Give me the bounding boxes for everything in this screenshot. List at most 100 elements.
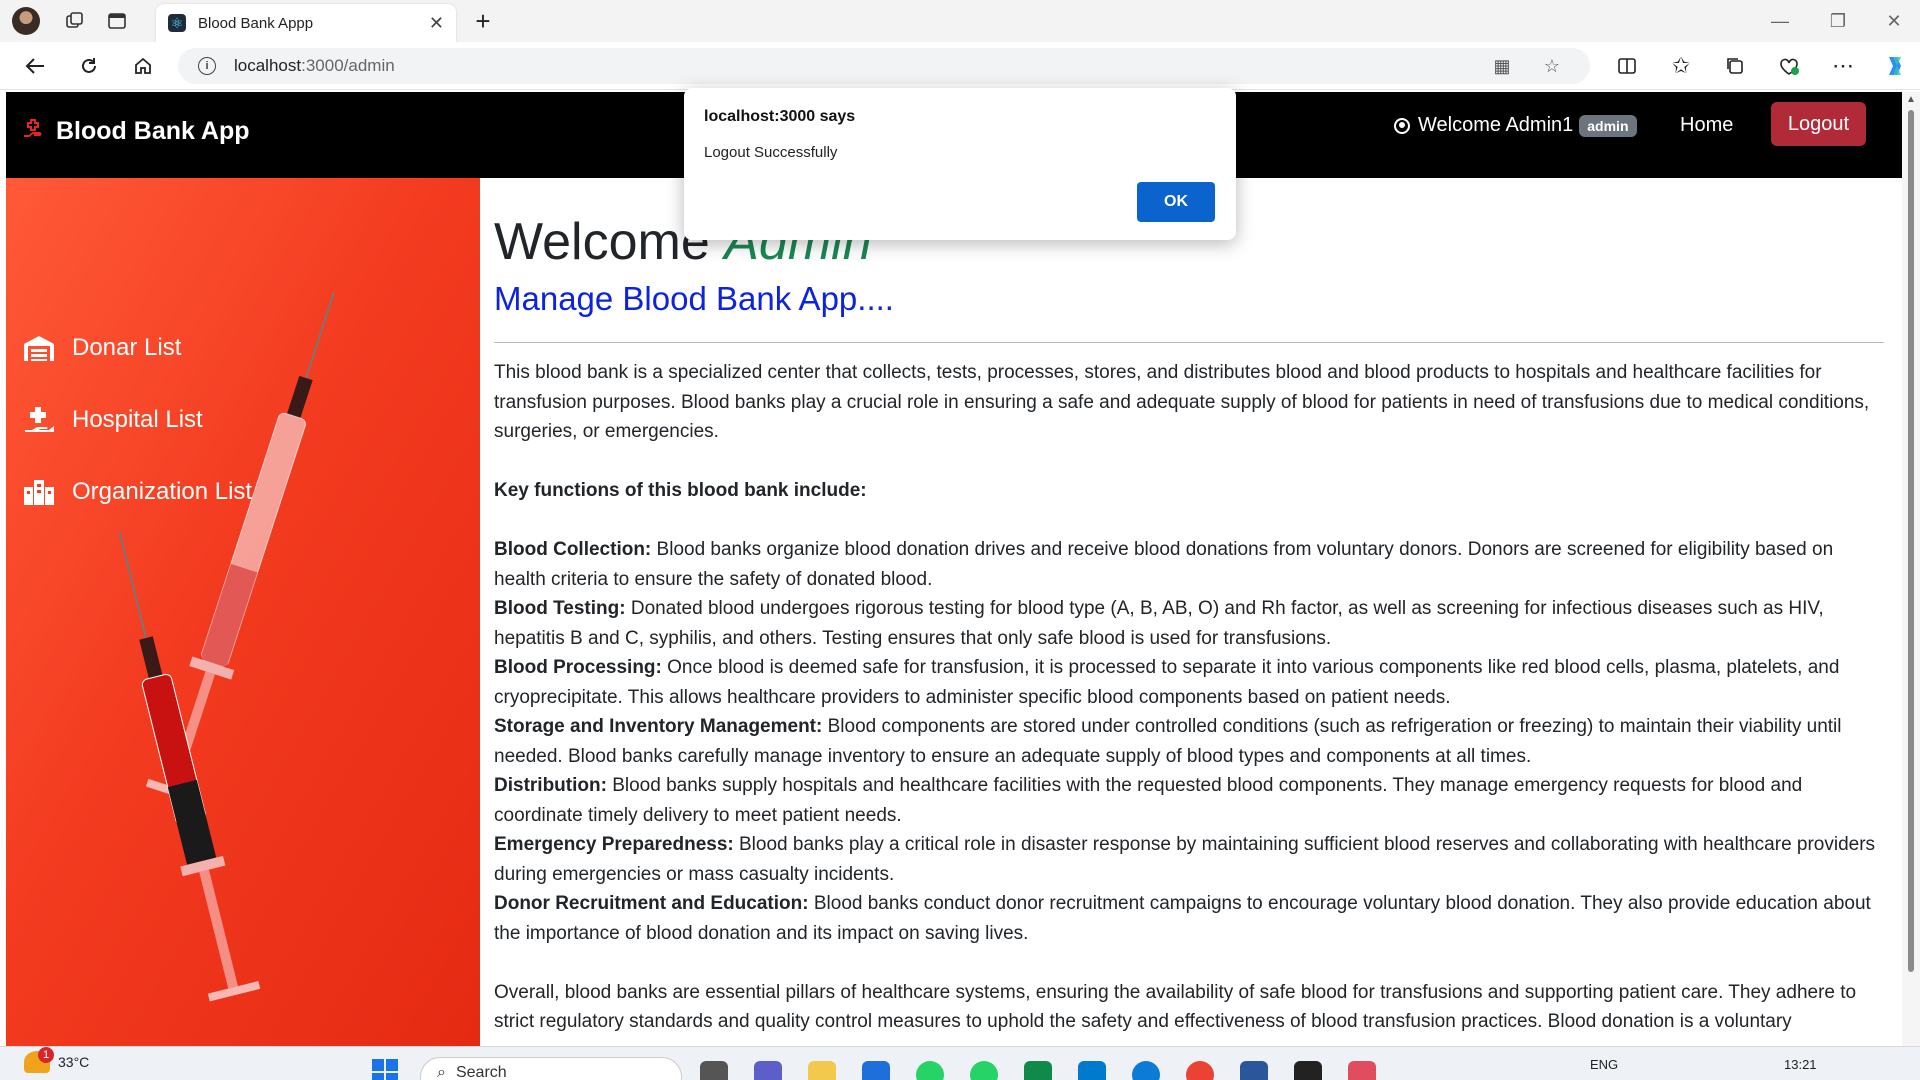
url-host: localhost xyxy=(234,56,302,75)
workspaces-icon[interactable] xyxy=(62,8,88,34)
page-scrollbar[interactable]: ▲ xyxy=(1902,92,1920,1046)
sidebar-item-hospital-list[interactable]: Hospital List xyxy=(22,406,203,434)
tab-title: Blood Bank Appp xyxy=(198,14,314,32)
weather-icon: 1 xyxy=(24,1047,54,1073)
warehouse-icon xyxy=(22,334,56,362)
divider xyxy=(494,342,1884,343)
function-text: Blood banks organize blood donation driv… xyxy=(494,539,1834,590)
home-icon[interactable] xyxy=(128,52,158,80)
teams-icon[interactable] xyxy=(754,1061,782,1080)
key-functions-heading: Key functions of this blood bank include… xyxy=(494,476,1890,506)
function-text: Donated blood undergoes rigorous testing… xyxy=(494,598,1824,649)
tab-actions-icon[interactable] xyxy=(104,8,130,34)
welcome-user: Welcome Admin1 admin xyxy=(1394,114,1637,137)
function-item: Donor Recruitment and Education: Blood b… xyxy=(494,889,1890,948)
clock[interactable]: 13:21 xyxy=(1784,1057,1817,1072)
function-title: Distribution: xyxy=(494,775,607,796)
browser-tab-bar: ⚛ Blood Bank Appp ✕ + — ❐ ✕ xyxy=(0,0,1920,42)
favorites-icon[interactable]: ✩ xyxy=(1666,52,1696,80)
restore-icon[interactable]: ❐ xyxy=(1818,8,1858,34)
address-bar-row: i localhost:3000/admin ▦ ☆ ✩ ⋯ xyxy=(0,42,1920,90)
brand[interactable]: Blood Bank App xyxy=(22,116,250,147)
tab-blood-bank-app[interactable]: ⚛ Blood Bank Appp ✕ xyxy=(156,4,456,42)
close-window-icon[interactable]: ✕ xyxy=(1874,8,1914,34)
scroll-up-icon[interactable]: ▲ xyxy=(1906,94,1916,105)
refresh-icon[interactable] xyxy=(74,52,104,80)
whatsapp-icon[interactable] xyxy=(916,1061,944,1080)
alert-message: Logout Successfully xyxy=(704,144,838,161)
language-indicator[interactable]: ENG xyxy=(1590,1057,1618,1072)
close-tab-icon[interactable]: ✕ xyxy=(429,13,444,34)
site-info-icon[interactable]: i xyxy=(198,57,216,75)
sidebar-item-donar-list[interactable]: Donar List xyxy=(22,334,181,362)
sidebar-item-label: Organization List xyxy=(72,478,253,505)
page-subheading: Manage Blood Bank App.... xyxy=(494,280,894,317)
back-icon[interactable] xyxy=(20,52,50,80)
search-placeholder: Search xyxy=(455,1064,507,1080)
app-available-icon[interactable]: ▦ xyxy=(1490,54,1514,78)
brand-name: Blood Bank App xyxy=(56,117,250,145)
alert-dialog: localhost:3000 says Logout Successfully … xyxy=(684,88,1236,240)
user-circle-icon xyxy=(1394,117,1410,134)
welcome-word: Welcome xyxy=(494,213,710,271)
url-text: localhost:3000/admin xyxy=(234,56,395,76)
role-badge: admin xyxy=(1579,114,1637,137)
about-text: This blood bank is a specialized center … xyxy=(494,358,1890,1046)
function-item: Distribution: Blood banks supply hospita… xyxy=(494,771,1890,830)
function-title: Blood Collection: xyxy=(494,539,652,560)
whatsapp-business-icon[interactable] xyxy=(970,1061,998,1080)
scroll-thumb[interactable] xyxy=(1908,110,1914,972)
function-item: Blood Processing: Once blood is deemed s… xyxy=(494,653,1890,712)
search-icon: ⌕ xyxy=(437,1064,446,1080)
windows-taskbar: 1 33°C ⌕ Search ENG 13:21 xyxy=(0,1046,1920,1080)
split-screen-icon[interactable] xyxy=(1612,52,1642,80)
new-tab-icon[interactable]: + xyxy=(470,6,496,36)
word-icon[interactable] xyxy=(1240,1061,1268,1080)
intro-paragraph: This blood bank is a specialized center … xyxy=(494,362,1870,442)
taskbar-search[interactable]: ⌕ Search xyxy=(420,1057,682,1080)
function-title: Blood Testing: xyxy=(494,598,626,619)
start-button[interactable] xyxy=(372,1059,398,1080)
key-functions-heading-text: Key functions of this blood bank include… xyxy=(494,480,867,501)
react-favicon-icon: ⚛ xyxy=(168,14,186,32)
store-icon[interactable] xyxy=(862,1061,890,1080)
chrome-icon[interactable] xyxy=(1186,1061,1214,1080)
copilot-icon[interactable] xyxy=(1880,52,1910,80)
edge-icon[interactable] xyxy=(1132,1061,1160,1080)
home-link[interactable]: Home xyxy=(1680,114,1733,137)
functions-list: Blood Collection: Blood banks organize b… xyxy=(494,535,1890,948)
settings-more-icon[interactable]: ⋯ xyxy=(1828,52,1858,80)
minimize-icon[interactable]: — xyxy=(1760,8,1800,34)
temperature: 33°C xyxy=(58,1054,90,1070)
mongodb-icon[interactable] xyxy=(1024,1061,1052,1080)
url-path: :3000/admin xyxy=(301,56,395,75)
profile-avatar[interactable] xyxy=(12,7,40,35)
file-explorer-icon[interactable] xyxy=(808,1061,836,1080)
sidebar: Donar List Hospital List Organization Li… xyxy=(6,178,480,1046)
logout-button[interactable]: Logout xyxy=(1771,102,1866,146)
function-text: Blood banks supply hospitals and healthc… xyxy=(494,775,1803,826)
weather-badge: 1 xyxy=(38,1047,54,1063)
vscode-icon[interactable] xyxy=(1078,1061,1106,1080)
url-field[interactable]: i localhost:3000/admin ▦ ☆ xyxy=(178,48,1590,84)
collections-icon[interactable] xyxy=(1720,52,1750,80)
function-title: Emergency Preparedness: xyxy=(494,834,734,855)
main-content: Welcome Admin Manage Blood Bank App.... … xyxy=(494,178,1890,1046)
alert-title: localhost:3000 says xyxy=(704,108,856,125)
alert-ok-button[interactable]: OK xyxy=(1137,182,1215,222)
sidebar-item-organization-list[interactable]: Organization List xyxy=(22,478,252,506)
browser-essentials-icon[interactable] xyxy=(1774,52,1804,80)
function-item: Storage and Inventory Management: Blood … xyxy=(494,712,1890,771)
function-item: Emergency Preparedness: Blood banks play… xyxy=(494,830,1890,889)
function-text: Once blood is deemed safe for transfusio… xyxy=(494,657,1840,708)
snipping-tool-icon[interactable] xyxy=(1348,1061,1376,1080)
function-item: Blood Testing: Donated blood undergoes r… xyxy=(494,594,1890,653)
weather-widget[interactable]: 1 33°C xyxy=(24,1047,90,1073)
favorite-star-icon[interactable]: ☆ xyxy=(1540,54,1564,78)
syringes-illustration xyxy=(118,292,335,1002)
welcome-text: Welcome Admin1 xyxy=(1418,114,1574,136)
terminal-icon[interactable] xyxy=(1294,1061,1322,1080)
hand-holding-medical-icon xyxy=(22,116,46,147)
function-title: Blood Processing: xyxy=(494,657,662,678)
task-view-icon[interactable] xyxy=(700,1061,728,1080)
